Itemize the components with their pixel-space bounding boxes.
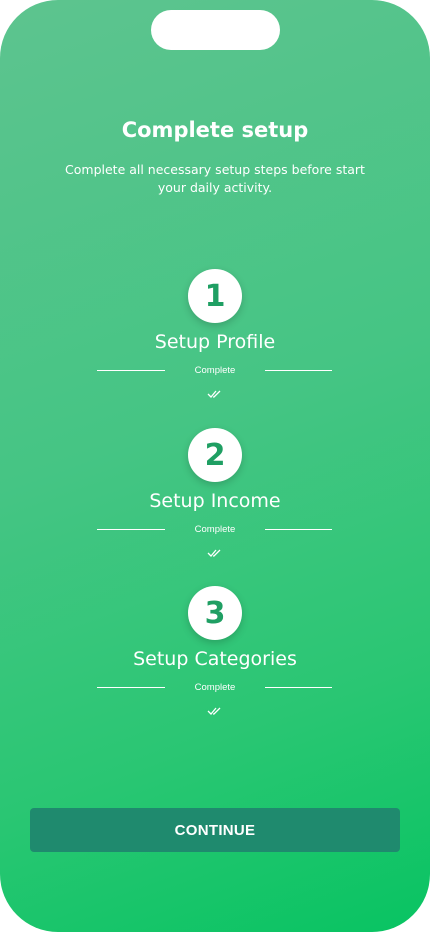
setup-step-categories[interactable]: 3 Setup Categories Complete: [0, 586, 430, 736]
step-number-badge: 3: [188, 586, 242, 640]
phone-screen: Complete setup Complete all necessary se…: [0, 0, 430, 932]
continue-button[interactable]: CONTINUE: [30, 808, 400, 852]
double-check-icon: [207, 707, 221, 715]
step-number-badge: 1: [188, 269, 242, 323]
divider-line: [265, 687, 332, 688]
step-status: Complete: [194, 524, 236, 535]
divider-line: [265, 529, 332, 530]
step-status: Complete: [194, 365, 236, 376]
divider-line: [265, 370, 332, 371]
page-subtitle: Complete all necessary setup steps befor…: [65, 162, 365, 195]
dynamic-island: [151, 10, 280, 50]
divider-line: [97, 370, 165, 371]
step-number-badge: 2: [188, 428, 242, 482]
page-title: Complete setup: [121, 118, 309, 142]
setup-step-income[interactable]: 2 Setup Income Complete: [0, 428, 430, 578]
divider-line: [97, 687, 165, 688]
step-status: Complete: [194, 682, 236, 693]
step-label: Setup Categories: [133, 648, 297, 670]
double-check-icon: [207, 390, 221, 398]
divider-line: [97, 529, 165, 530]
step-label: Setup Income: [149, 490, 281, 512]
setup-step-profile[interactable]: 1 Setup Profile Complete: [0, 269, 430, 419]
double-check-icon: [207, 549, 221, 557]
step-label: Setup Profile: [154, 331, 276, 353]
